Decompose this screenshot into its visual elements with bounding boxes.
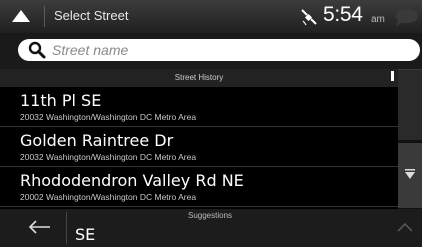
street-area: 20002 Washington/Washington DC Metro Are… (20, 192, 197, 202)
street-name: Golden Raintree Dr (20, 131, 174, 150)
search-icon (28, 41, 46, 59)
scroll-up-area[interactable] (398, 69, 422, 140)
back-arrow-icon[interactable] (28, 220, 52, 234)
suggestions-label: Suggestions (187, 211, 233, 220)
search-box[interactable] (18, 39, 420, 61)
scrollbar-thumb[interactable] (391, 71, 394, 81)
page-title: Select Street (54, 8, 129, 23)
list-item[interactable]: Rhododendron Valley Rd NE 20002 Washingt… (0, 167, 398, 207)
street-history-header: Street History (0, 69, 398, 87)
chevron-up-icon (11, 10, 30, 22)
chevron-down-icon (405, 169, 415, 179)
list-item[interactable]: Golden Raintree Dr 20032 Washington/Wash… (0, 127, 398, 167)
list-item[interactable]: 11th Pl SE 20032 Washington/Washington D… (0, 87, 398, 127)
list-divider (0, 206, 398, 207)
toolbar-divider (44, 6, 45, 27)
clock-time: 5:54 (323, 3, 363, 26)
speech-bubble-icon[interactable] (392, 6, 420, 28)
street-name: 11th Pl SE (20, 91, 102, 110)
satellite-icon[interactable] (300, 8, 318, 26)
street-area: 20032 Washington/Washington DC Metro Are… (20, 152, 197, 162)
clock-ampm: am (371, 14, 385, 25)
street-name: Rhododendron Valley Rd NE (20, 171, 244, 190)
chevron-up-icon[interactable] (397, 222, 413, 232)
street-name-input[interactable] (52, 40, 407, 60)
back-button[interactable] (4, 4, 37, 28)
suggestion-item[interactable]: SE (75, 225, 95, 244)
street-area: 20032 Washington/Washington DC Metro Are… (20, 112, 197, 122)
